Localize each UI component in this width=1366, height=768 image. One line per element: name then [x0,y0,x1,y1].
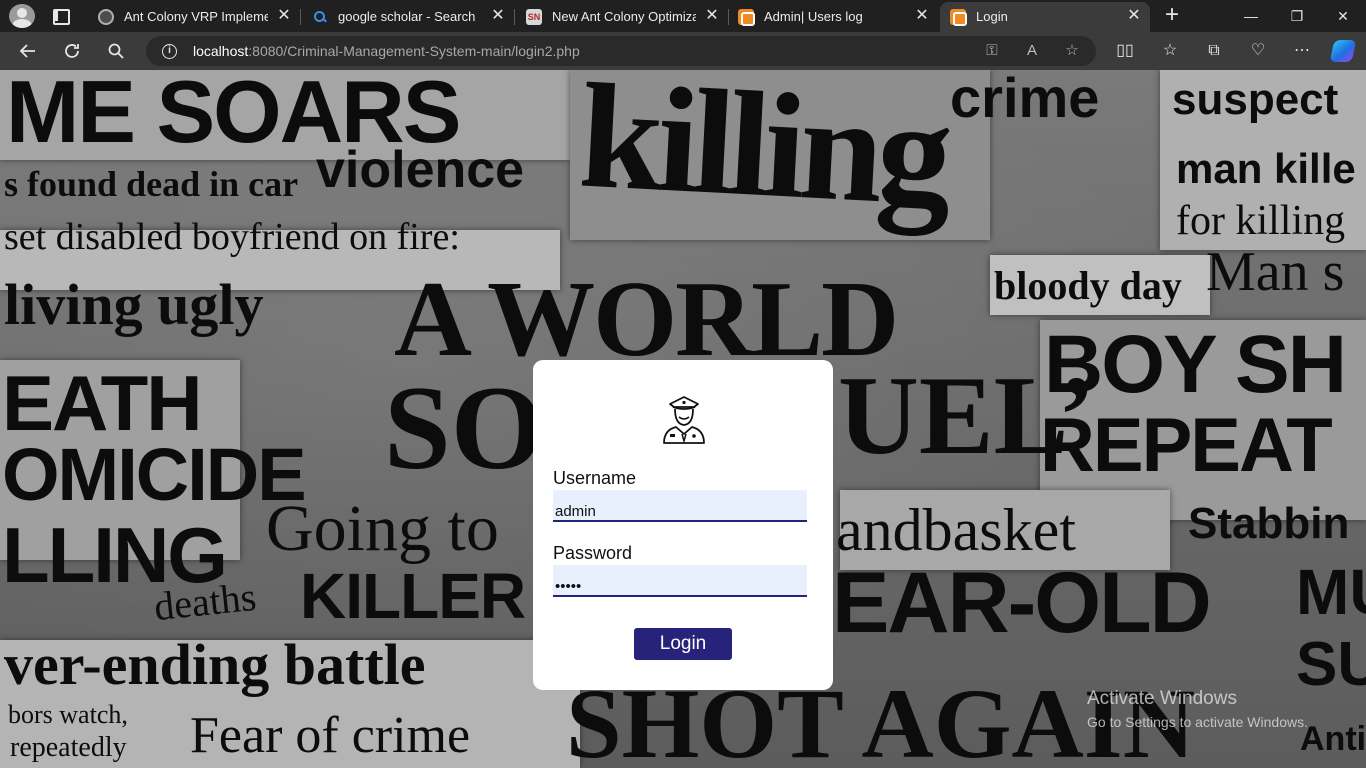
tab-title: google scholar - Search [338,9,476,24]
tab-title: Login [976,9,1008,24]
restore-button[interactable]: ❐ [1274,2,1320,30]
headline: Man s [1206,241,1345,303]
password-label: Password [553,543,633,563]
tab-ant-colony-vrp[interactable]: Ant Colony VRP Implementa ✕ [88,2,300,32]
headline: bloody day [994,263,1182,308]
headline: s found dead in car [4,164,299,204]
search-icon[interactable] [102,37,130,65]
username-input[interactable] [553,490,807,522]
username-label: Username [553,468,637,488]
tab-title: Admin| Users log [764,9,863,24]
site-info-icon[interactable]: i [162,44,177,59]
close-icon[interactable]: ✕ [914,7,930,25]
headline: Going to [266,492,499,565]
headline: Stabbin [1188,499,1350,548]
headline: crime [950,70,1100,129]
login-card: Username Password Login [533,360,833,690]
tab-google-scholar[interactable]: google scholar - Search ✕ [302,2,514,32]
headline: set disabled boyfriend on fire: [4,216,460,258]
headline: SO [384,361,545,494]
headline: ver-ending battle [4,632,426,697]
url-text[interactable]: localhost:8080/Criminal-Management-Syste… [193,43,580,59]
minimize-button[interactable]: — [1228,2,1274,30]
headline: Anti-vi [1300,720,1366,758]
headline: REPEAT [1040,403,1333,488]
headline: MU [1296,556,1366,628]
read-aloud-icon[interactable]: A [1022,41,1042,61]
split-screen-icon[interactable]: ▯▯ [1111,37,1139,65]
headline: EATH [2,359,203,447]
tab-login[interactable]: Login ✕ [940,2,1150,32]
sn-icon: SN [526,9,542,25]
more-options-icon[interactable]: ⋯ [1288,37,1316,65]
address-bar[interactable]: i localhost:8080/Criminal-Management-Sys… [146,36,1096,66]
headline: for killing [1176,198,1346,244]
collections-icon[interactable]: ⧉ [1200,37,1228,65]
xampp-icon [738,9,755,26]
tab-title: New Ant Colony Optimizatio [552,9,696,24]
window-close-button[interactable]: ✕ [1320,2,1366,30]
headline: man kille [1176,145,1356,192]
headline: deaths [151,573,259,630]
tab-divider [514,9,515,25]
xampp-icon [950,9,967,26]
browser-essentials-icon[interactable]: ♡ [1244,37,1272,65]
headline: KILLER [300,560,526,632]
tab-strip: Ant Colony VRP Implementa ✕ google schol… [0,0,1366,32]
tab-actions-icon[interactable] [48,6,72,26]
navigation-bar: i localhost:8080/Criminal-Management-Sys… [0,32,1366,70]
key-icon[interactable]: ⚿ [982,41,1002,61]
favorites-icon[interactable]: ☆ [1156,37,1184,65]
headline: bors watch, [8,700,128,729]
login-button[interactable]: Login [634,628,732,660]
headline: A WORLD [394,260,899,379]
headline: Fear of crime [190,707,471,764]
headline: killing [575,70,951,238]
headline: SU [1296,630,1366,699]
tab-title: Ant Colony VRP Implementa [124,9,268,24]
activate-windows-watermark: Activate Windows Go to Settings to activ… [1087,688,1308,730]
headline: OMICIDE [2,433,307,516]
back-icon[interactable] [14,37,42,65]
headline: andbasket [836,497,1076,563]
close-icon[interactable]: ✕ [276,7,292,25]
close-icon[interactable]: ✕ [490,7,506,25]
headline: EAR-OLD [832,555,1212,651]
page-viewport: ME SOARS killing crime suspect violence … [0,70,1366,768]
tab-admin-users-log[interactable]: Admin| Users log ✕ [728,2,938,32]
close-icon[interactable]: ✕ [704,7,720,25]
headline: suspect [1172,75,1339,124]
favorite-star-icon[interactable]: ☆ [1062,41,1082,61]
watermark-subtitle: Go to Settings to activate Windows. [1087,714,1308,730]
password-input[interactable] [553,565,807,597]
tab-divider [300,9,301,25]
refresh-icon[interactable] [58,37,86,65]
ai-icon [98,9,114,25]
police-officer-icon [663,396,705,444]
tab-new-ant-colony[interactable]: SN New Ant Colony Optimizatio ✕ [516,2,728,32]
headline: violence [316,141,525,199]
headline: living ugly [4,272,264,337]
watermark-title: Activate Windows [1087,688,1237,709]
new-tab-button[interactable]: + [1160,3,1184,28]
headline: repeatedly [10,732,127,763]
close-icon[interactable]: ✕ [1126,7,1142,25]
search-icon [312,9,328,25]
profile-avatar-icon[interactable] [9,4,35,28]
